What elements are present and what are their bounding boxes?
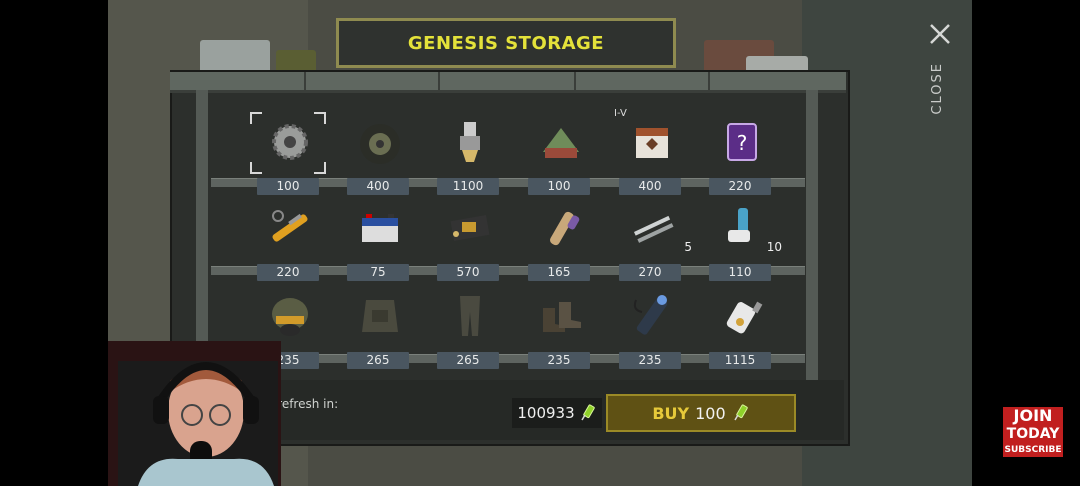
close-button[interactable] bbox=[928, 22, 952, 46]
shelf-item[interactable]: 265 bbox=[430, 288, 506, 378]
flashlight-icon bbox=[628, 292, 676, 340]
item-price: 75 bbox=[347, 264, 409, 281]
gear-icon bbox=[266, 118, 314, 166]
shelf-item[interactable]: 100 bbox=[521, 114, 597, 204]
wheel-icon bbox=[356, 118, 404, 166]
cabinet-roof bbox=[170, 72, 846, 93]
shelf-item[interactable]: 5 270 bbox=[612, 200, 692, 290]
title-plate: GENESIS STORAGE bbox=[336, 18, 676, 68]
battery-icon bbox=[356, 204, 404, 252]
close-icon bbox=[930, 24, 950, 44]
page-title: GENESIS STORAGE bbox=[407, 32, 605, 54]
shelf-item[interactable]: 570 bbox=[430, 200, 506, 290]
join-today-subscribe-badge[interactable]: JOIN TODAY SUBSCRIBE bbox=[1003, 407, 1063, 469]
shelf-item[interactable]: 10 110 bbox=[702, 200, 782, 290]
svg-text:?: ? bbox=[737, 131, 748, 155]
selection-corner bbox=[314, 162, 326, 174]
shelf-item[interactable]: 265 bbox=[340, 288, 416, 378]
item-tier: I-V bbox=[614, 108, 627, 119]
currency-balance: 100933 bbox=[512, 398, 602, 428]
shelf-item[interactable]: 165 bbox=[521, 200, 597, 290]
item-price: 270 bbox=[619, 264, 681, 281]
shelf-item[interactable]: 1100 bbox=[430, 114, 506, 204]
item-price: 570 bbox=[437, 264, 499, 281]
buy-button[interactable]: BUY 100 bbox=[606, 394, 796, 432]
item-price: 235 bbox=[619, 352, 681, 369]
item-price: 220 bbox=[257, 264, 319, 281]
item-quantity: 10 bbox=[766, 240, 782, 254]
item-price: 165 bbox=[528, 264, 590, 281]
shelf-item[interactable]: 75 bbox=[340, 200, 416, 290]
item-price: 265 bbox=[347, 352, 409, 369]
stun-device-icon bbox=[718, 292, 766, 340]
body-armor-icon bbox=[356, 292, 404, 340]
item-price: 400 bbox=[347, 178, 409, 195]
inhaler-icon bbox=[718, 204, 766, 252]
item-price: 400 bbox=[619, 178, 681, 195]
selection-corner bbox=[250, 112, 262, 124]
roof-divider bbox=[438, 72, 440, 90]
roof-divider bbox=[708, 72, 710, 90]
item-price: 220 bbox=[709, 178, 771, 195]
join-text: JOIN bbox=[1003, 407, 1063, 425]
today-text: TODAY bbox=[1003, 425, 1063, 443]
backdrop-crate bbox=[200, 40, 270, 74]
shelf-item[interactable]: I-V 400 bbox=[612, 108, 688, 204]
shelf-item[interactable]: 235 bbox=[521, 288, 597, 378]
balance-value: 100933 bbox=[517, 404, 575, 422]
tent-icon bbox=[537, 118, 585, 166]
syringe-icon bbox=[734, 404, 748, 421]
item-price: 1100 bbox=[437, 178, 499, 195]
webcam-overlay bbox=[108, 341, 281, 486]
shelf-item[interactable]: 1115 bbox=[702, 288, 778, 378]
selection-corner bbox=[314, 112, 326, 124]
streamer-silhouette bbox=[108, 341, 281, 486]
item-price: 235 bbox=[528, 352, 590, 369]
item-price: 100 bbox=[528, 178, 590, 195]
helmet-icon bbox=[266, 292, 314, 340]
close-label[interactable]: CLOSE bbox=[930, 62, 945, 115]
syringe-icon bbox=[580, 404, 595, 421]
spark-plug-icon bbox=[446, 118, 494, 166]
hydraulic-cylinder-icon bbox=[266, 204, 314, 252]
roof-divider bbox=[304, 72, 306, 90]
selection-corner bbox=[250, 162, 262, 174]
item-price: 100 bbox=[257, 178, 319, 195]
scroll-tubes-icon bbox=[537, 204, 585, 252]
boots-icon bbox=[537, 292, 585, 340]
crate-icon bbox=[628, 118, 676, 166]
mystery-card-icon: ? bbox=[718, 118, 766, 166]
shelf-item[interactable]: 400 bbox=[340, 114, 416, 204]
item-quantity: 5 bbox=[684, 240, 692, 254]
subscribe-text: SUBSCRIBE bbox=[1003, 443, 1063, 457]
item-price: 1115 bbox=[709, 352, 771, 369]
shelf-item[interactable]: 235 bbox=[612, 288, 688, 378]
buy-amount: 100 bbox=[695, 403, 726, 423]
shelf-item[interactable]: 220 bbox=[250, 200, 326, 290]
buy-label: BUY bbox=[652, 403, 690, 423]
cargo-pants-icon bbox=[446, 292, 494, 340]
roof-divider bbox=[574, 72, 576, 90]
circuit-board-icon bbox=[446, 204, 494, 252]
item-price: 265 bbox=[437, 352, 499, 369]
shelf-item[interactable]: ? 220 bbox=[702, 114, 778, 204]
shelf-item[interactable]: 100 bbox=[250, 112, 326, 204]
metal-rods-icon bbox=[628, 204, 676, 252]
item-price: 110 bbox=[709, 264, 771, 281]
